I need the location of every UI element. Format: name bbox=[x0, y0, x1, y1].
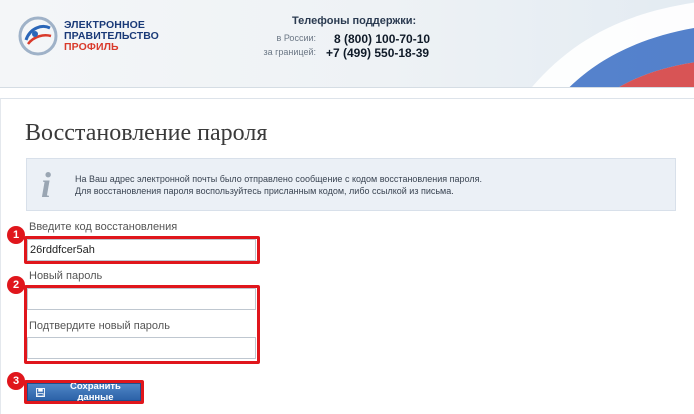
logo-text[interactable]: ЭЛЕКТРОННОЕ ПРАВИТЕЛЬСТВО ПРОФИЛЬ bbox=[64, 20, 159, 53]
new-password-input[interactable] bbox=[27, 288, 256, 310]
gosuslugi-logo-icon[interactable] bbox=[16, 14, 60, 58]
info-line-2: Для восстановления пароля воспользуйтесь… bbox=[75, 186, 454, 196]
save-button-label: Сохранить данные bbox=[70, 381, 121, 403]
abroad-label: за границей: bbox=[263, 47, 316, 57]
confirm-password-input[interactable] bbox=[27, 337, 256, 359]
russia-phone: 8 (800) 100-70-10 bbox=[334, 32, 431, 46]
logo-line-3: ПРОФИЛЬ bbox=[64, 41, 119, 53]
support-title: Телефоны поддержки: bbox=[292, 15, 417, 27]
code-label: Введите код восстановления bbox=[29, 221, 178, 233]
info-text: На Ваш адрес электронной почты было отпр… bbox=[75, 173, 482, 197]
info-icon: i bbox=[41, 165, 52, 205]
step-badge-1: 1 bbox=[7, 226, 25, 244]
step-badge-3: 3 bbox=[7, 372, 25, 390]
russia-label: в России: bbox=[276, 33, 316, 43]
info-line-1: На Ваш адрес электронной почты было отпр… bbox=[75, 174, 482, 184]
save-button[interactable]: Сохранить данные bbox=[27, 381, 141, 403]
abroad-phone: +7 (499) 550-18-39 bbox=[326, 46, 430, 60]
recovery-code-input[interactable] bbox=[27, 239, 256, 261]
site-header: ЭЛЕКТРОННОЕ ПРАВИТЕЛЬСТВО ПРОФИЛЬ Телефо… bbox=[0, 0, 694, 88]
new-password-label: Новый пароль bbox=[29, 270, 103, 282]
step-badge-2: 2 bbox=[7, 276, 25, 294]
confirm-password-label: Подтвердите новый пароль bbox=[29, 320, 170, 332]
info-message-box: i На Ваш адрес электронной почты было от… bbox=[26, 158, 676, 211]
page-title: Восстановление пароля bbox=[25, 120, 268, 146]
flag-swoosh-decoration bbox=[532, 2, 694, 87]
floppy-disk-icon bbox=[36, 387, 45, 397]
